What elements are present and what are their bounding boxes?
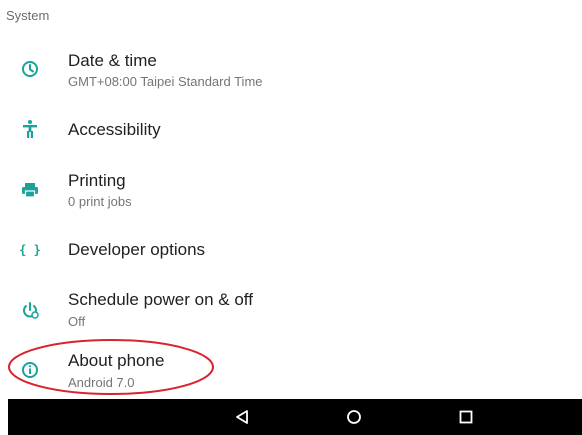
accessibility-icon: [18, 117, 42, 141]
item-title: Date & time: [68, 51, 157, 70]
navigation-bar: [8, 399, 582, 435]
power-schedule-icon: [18, 298, 42, 322]
highlight-ellipse: [8, 339, 214, 395]
section-title: System: [6, 8, 50, 23]
back-icon[interactable]: [232, 407, 252, 427]
item-title: Schedule power on & off: [68, 290, 253, 309]
item-title: Developer options: [68, 240, 206, 259]
settings-item-date-time[interactable]: Date & time GMT+08:00 Taipei Standard Ti…: [0, 44, 582, 94]
braces-icon: { }: [19, 243, 41, 257]
item-subtitle: GMT+08:00 Taipei Standard Time: [68, 74, 263, 89]
item-subtitle: 0 print jobs: [68, 194, 132, 209]
settings-item-printing[interactable]: Printing 0 print jobs: [0, 165, 582, 215]
printer-icon: [18, 178, 42, 202]
recents-icon[interactable]: [456, 407, 476, 427]
settings-item-accessibility[interactable]: Accessibility: [0, 104, 582, 154]
item-title: Accessibility: [68, 120, 161, 139]
item-subtitle: Off: [68, 314, 86, 329]
clock-icon: [18, 57, 42, 81]
item-title: Printing: [68, 171, 126, 190]
settings-item-developer-options[interactable]: { } Developer options: [0, 225, 582, 275]
home-icon[interactable]: [344, 407, 364, 427]
settings-item-schedule-power[interactable]: Schedule power on & off Off: [0, 285, 582, 335]
